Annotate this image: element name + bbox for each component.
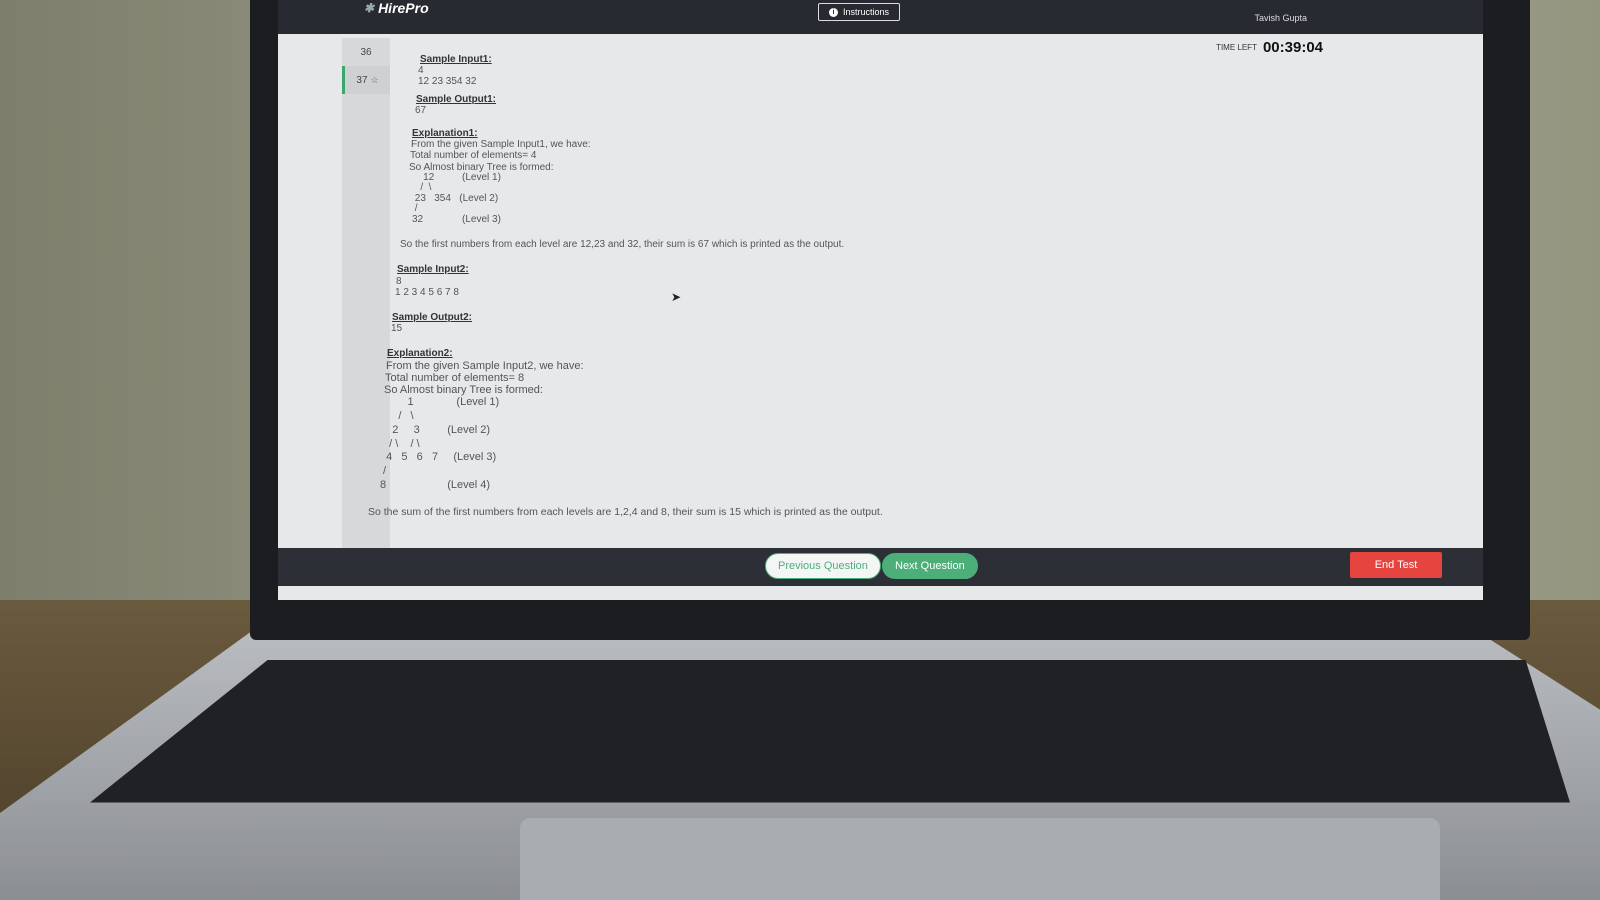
next-question-button[interactable]: Next Question — [882, 553, 978, 579]
explanation1-summary: So the first numbers from each level are… — [400, 239, 845, 251]
explanation1-line: From the given Sample Input1, we have: — [411, 139, 591, 151]
logo-text: HirePro — [378, 0, 429, 16]
sample-output1-value: 67 — [415, 104, 427, 116]
bottom-bar: Previous Question Next Question End Test — [278, 548, 1483, 586]
sample-output1-title: Sample Output1: — [416, 93, 497, 105]
keyboard — [90, 660, 1570, 803]
explanation1-title: Explanation1: — [412, 127, 478, 139]
user-name: Tavish Gupta — [1254, 13, 1307, 23]
tree-diagram-2: 1 (Level 1) / \ 2 3 (Level 2) / \ / \ 4 … — [380, 396, 500, 491]
previous-question-button[interactable]: Previous Question — [765, 553, 881, 579]
explanation2-line: So Almost binary Tree is formed: — [384, 384, 543, 397]
top-bar: ✱ HirePro i Instructions Tavish Gupta — [278, 0, 1483, 34]
instructions-label: Instructions — [843, 7, 890, 17]
explanation2-summary: So the sum of the first numbers from eac… — [368, 505, 883, 518]
sample-output2-title: Sample Output2: — [392, 311, 473, 323]
sample-input2-line1: 8 — [396, 275, 402, 287]
end-test-button[interactable]: End Test — [1350, 552, 1442, 578]
instructions-button[interactable]: i Instructions — [818, 3, 901, 21]
trackpad — [520, 818, 1440, 900]
sample-input1-line1: 4 — [418, 65, 424, 77]
timer-value: 00:39:04 — [1262, 38, 1323, 56]
sample-input1-line2: 12 23 354 32 — [418, 76, 477, 88]
app-logo: ✱ HirePro — [364, 0, 429, 16]
sample-input1-title: Sample Input1: — [420, 54, 492, 65]
info-icon: i — [829, 7, 838, 17]
explanation1-line: Total number of elements= 4 — [410, 150, 537, 162]
mouse-pointer-icon: ➤ — [671, 290, 682, 304]
sample-input2-line2: 1 2 3 4 5 6 7 8 — [395, 286, 459, 298]
screen: ✱ HirePro i Instructions Tavish Gupta TI… — [278, 0, 1483, 600]
explanation2-line: Total number of elements= 8 — [385, 371, 525, 384]
explanation2-line: From the given Sample Input2, we have: — [386, 359, 584, 372]
logo-icon: ✱ — [364, 1, 375, 15]
tree-diagram-1: 12 (Level 1) / \ 23 354 (Level 2) / 32 (… — [412, 171, 501, 225]
explanation1-line: So Almost binary Tree is formed: — [409, 161, 554, 173]
sample-output2-value: 15 — [391, 323, 403, 335]
explanation2-title: Explanation2: — [387, 348, 453, 360]
sample-input2-title: Sample Input2: — [397, 264, 469, 276]
question-content: Sample Input1: 4 12 23 354 32 Sample Out… — [366, 48, 1266, 548]
